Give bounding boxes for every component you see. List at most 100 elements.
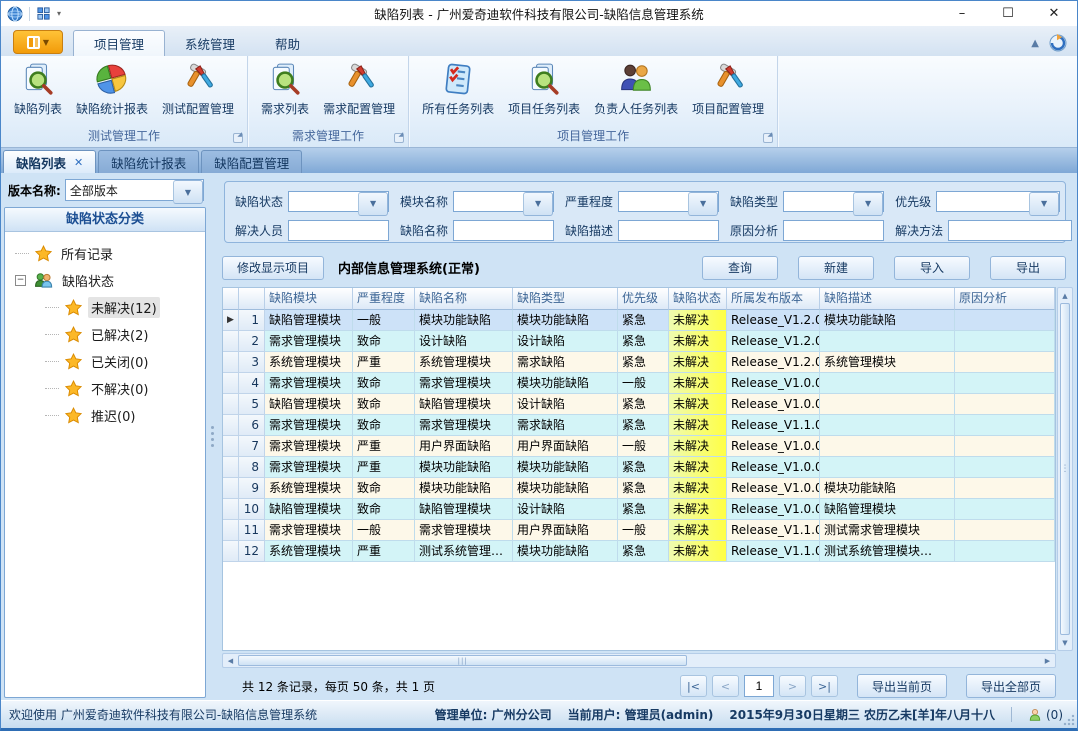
- filter-input-解决方法[interactable]: [948, 220, 1072, 241]
- collapse-ribbon-icon[interactable]: ▲: [1031, 38, 1039, 49]
- scroll-right-icon[interactable]: ▶: [1040, 657, 1055, 665]
- minimize-button[interactable]: –: [939, 1, 985, 26]
- action-button-查询[interactable]: 查询: [702, 256, 778, 280]
- export-current-page-button[interactable]: 导出当前页: [857, 674, 947, 698]
- doc-tab-缺陷统计报表[interactable]: 缺陷统计报表: [98, 150, 199, 173]
- chevron-down-icon[interactable]: ▼: [688, 192, 718, 216]
- tree-item-未解决(12)[interactable]: 未解决(12): [45, 294, 201, 321]
- column-header-缺陷状态[interactable]: 缺陷状态: [669, 288, 727, 310]
- chevron-down-icon[interactable]: ▼: [523, 192, 553, 216]
- ribbon-button-项目任务列表[interactable]: 项目任务列表: [501, 59, 587, 119]
- tree-item-所有记录[interactable]: 所有记录: [15, 240, 201, 267]
- column-header-缺陷名称[interactable]: 缺陷名称: [415, 288, 513, 310]
- table-row[interactable]: 12系统管理模块严重测试系统管理…模块功能缺陷紧急未解决Release_V1.1…: [223, 541, 1055, 562]
- ribbon-button-需求配置管理[interactable]: 需求配置管理: [316, 59, 402, 119]
- tree-item-不解决(0)[interactable]: 不解决(0): [45, 375, 201, 402]
- filter-input-缺陷描述[interactable]: [618, 220, 719, 241]
- tree-item-已关闭(0)[interactable]: 已关闭(0): [45, 348, 201, 375]
- close-tab-icon[interactable]: ✕: [74, 156, 83, 169]
- column-header-所属发布版本[interactable]: 所属发布版本: [727, 288, 820, 310]
- doc-tab-缺陷配置管理[interactable]: 缺陷配置管理: [201, 150, 302, 173]
- action-button-导入[interactable]: 导入: [894, 256, 970, 280]
- dialog-launcher-icon[interactable]: [233, 133, 243, 143]
- application-menu-button[interactable]: ▼: [13, 30, 63, 54]
- filter-combobox-缺陷状态[interactable]: ▼: [288, 191, 389, 212]
- close-button[interactable]: ✕: [1031, 1, 1077, 26]
- dialog-launcher-icon[interactable]: [394, 133, 404, 143]
- table-row[interactable]: 8需求管理模块严重模块功能缺陷模块功能缺陷紧急未解决Release_V1.0.0: [223, 457, 1055, 478]
- filter-input-解决人员[interactable]: [288, 220, 389, 241]
- prev-page-button[interactable]: <: [712, 675, 739, 697]
- ribbon-button-缺陷列表[interactable]: 缺陷列表: [7, 59, 69, 119]
- column-header-优先级[interactable]: 优先级: [618, 288, 669, 310]
- table-row[interactable]: 6需求管理模块致命需求管理模块需求缺陷紧急未解决Release_V1.1.0: [223, 415, 1055, 436]
- table-row[interactable]: ▶1缺陷管理模块一般模块功能缺陷模块功能缺陷紧急未解决Release_V1.2.…: [223, 310, 1055, 331]
- filter-combobox-优先级[interactable]: ▼: [936, 191, 1060, 212]
- tree-item-缺陷状态[interactable]: −缺陷状态: [15, 267, 201, 294]
- export-all-pages-button[interactable]: 导出全部页: [966, 674, 1056, 698]
- tree-expander-icon[interactable]: −: [15, 275, 26, 286]
- filter-input-缺陷名称[interactable]: [453, 220, 554, 241]
- ribbon-tab-项目管理[interactable]: 项目管理: [73, 30, 165, 56]
- ribbon-tab-系统管理[interactable]: 系统管理: [165, 30, 255, 56]
- app-globe-icon[interactable]: [7, 6, 23, 22]
- scrollbar-thumb[interactable]: [238, 655, 687, 666]
- vertical-scrollbar[interactable]: ▲ ▼: [1057, 287, 1073, 651]
- resize-grip[interactable]: [1063, 714, 1075, 726]
- dialog-launcher-icon[interactable]: [763, 133, 773, 143]
- ribbon-button-需求列表[interactable]: 需求列表: [254, 59, 316, 119]
- column-header-缺陷描述[interactable]: 缺陷描述: [820, 288, 955, 310]
- table-row[interactable]: 9系统管理模块致命模块功能缺陷模块功能缺陷紧急未解决Release_V1.0.0…: [223, 478, 1055, 499]
- chevron-down-icon[interactable]: ▼: [173, 180, 203, 204]
- chevron-down-icon[interactable]: ▾: [57, 9, 61, 18]
- horizontal-scrollbar[interactable]: ◀ ▶: [222, 653, 1056, 668]
- table-row[interactable]: 10缺陷管理模块致命缺陷管理模块设计缺陷紧急未解决Release_V1.0.0缺…: [223, 499, 1055, 520]
- online-users[interactable]: (0): [1028, 708, 1063, 722]
- table-row[interactable]: 11需求管理模块一般需求管理模块用户界面缺陷一般未解决Release_V1.1.…: [223, 520, 1055, 541]
- chevron-down-icon[interactable]: ▼: [853, 192, 883, 216]
- table-row[interactable]: 4需求管理模块致命需求管理模块模块功能缺陷一般未解决Release_V1.0.0: [223, 373, 1055, 394]
- column-header[interactable]: [239, 288, 265, 310]
- column-header-解决方法[interactable]: 解决方法: [1055, 288, 1056, 310]
- ribbon-button-负责人任务列表[interactable]: 负责人任务列表: [587, 59, 685, 119]
- help-icon[interactable]: [1049, 34, 1067, 52]
- first-page-button[interactable]: |<: [680, 675, 707, 697]
- next-page-button[interactable]: >: [779, 675, 806, 697]
- tree-item-推迟(0)[interactable]: 推迟(0): [45, 402, 201, 429]
- scroll-up-icon[interactable]: ▲: [1058, 288, 1072, 303]
- ribbon-button-项目配置管理[interactable]: 项目配置管理: [685, 59, 771, 119]
- action-button-新建[interactable]: 新建: [798, 256, 874, 280]
- scrollbar-thumb[interactable]: [1060, 303, 1070, 635]
- table-row[interactable]: 5缺陷管理模块致命缺陷管理模块设计缺陷紧急未解决Release_V1.0.0: [223, 394, 1055, 415]
- scroll-down-icon[interactable]: ▼: [1058, 635, 1072, 650]
- tree-item-已解决(2)[interactable]: 已解决(2): [45, 321, 201, 348]
- scroll-left-icon[interactable]: ◀: [223, 657, 238, 665]
- filter-input-原因分析[interactable]: [783, 220, 884, 241]
- version-combobox[interactable]: 全部版本 ▼: [65, 179, 204, 201]
- page-number-input[interactable]: [744, 675, 774, 697]
- chevron-down-icon[interactable]: ▼: [1029, 192, 1059, 216]
- column-header-缺陷类型[interactable]: 缺陷类型: [513, 288, 618, 310]
- chevron-down-icon[interactable]: ▼: [358, 192, 388, 216]
- column-header-严重程度[interactable]: 严重程度: [353, 288, 415, 310]
- table-row[interactable]: 2需求管理模块致命设计缺陷设计缺陷紧急未解决Release_V1.2.0: [223, 331, 1055, 352]
- splitter-handle[interactable]: [209, 173, 216, 700]
- maximize-button[interactable]: ☐: [985, 1, 1031, 26]
- action-button-导出[interactable]: 导出: [990, 256, 1066, 280]
- ribbon-button-缺陷统计报表[interactable]: 缺陷统计报表: [69, 59, 155, 119]
- layout-grid-icon[interactable]: [36, 6, 51, 21]
- column-header-缺陷模块[interactable]: 缺陷模块: [265, 288, 353, 310]
- modify-display-button[interactable]: 修改显示项目: [222, 256, 324, 280]
- doc-tab-缺陷列表[interactable]: 缺陷列表✕: [3, 150, 96, 173]
- filter-combobox-缺陷类型[interactable]: ▼: [783, 191, 884, 212]
- last-page-button[interactable]: >|: [811, 675, 838, 697]
- filter-combobox-模块名称[interactable]: ▼: [453, 191, 554, 212]
- ribbon-button-测试配置管理[interactable]: 测试配置管理: [155, 59, 241, 119]
- filter-combobox-严重程度[interactable]: ▼: [618, 191, 719, 212]
- ribbon-tab-帮助[interactable]: 帮助: [255, 30, 320, 56]
- column-header[interactable]: [223, 288, 239, 310]
- table-row[interactable]: 3系统管理模块严重系统管理模块需求缺陷紧急未解决Release_V1.2.0系统…: [223, 352, 1055, 373]
- ribbon-button-所有任务列表[interactable]: 所有任务列表: [415, 59, 501, 119]
- column-header-原因分析[interactable]: 原因分析: [955, 288, 1055, 310]
- table-row[interactable]: 7需求管理模块严重用户界面缺陷用户界面缺陷一般未解决Release_V1.0.0: [223, 436, 1055, 457]
